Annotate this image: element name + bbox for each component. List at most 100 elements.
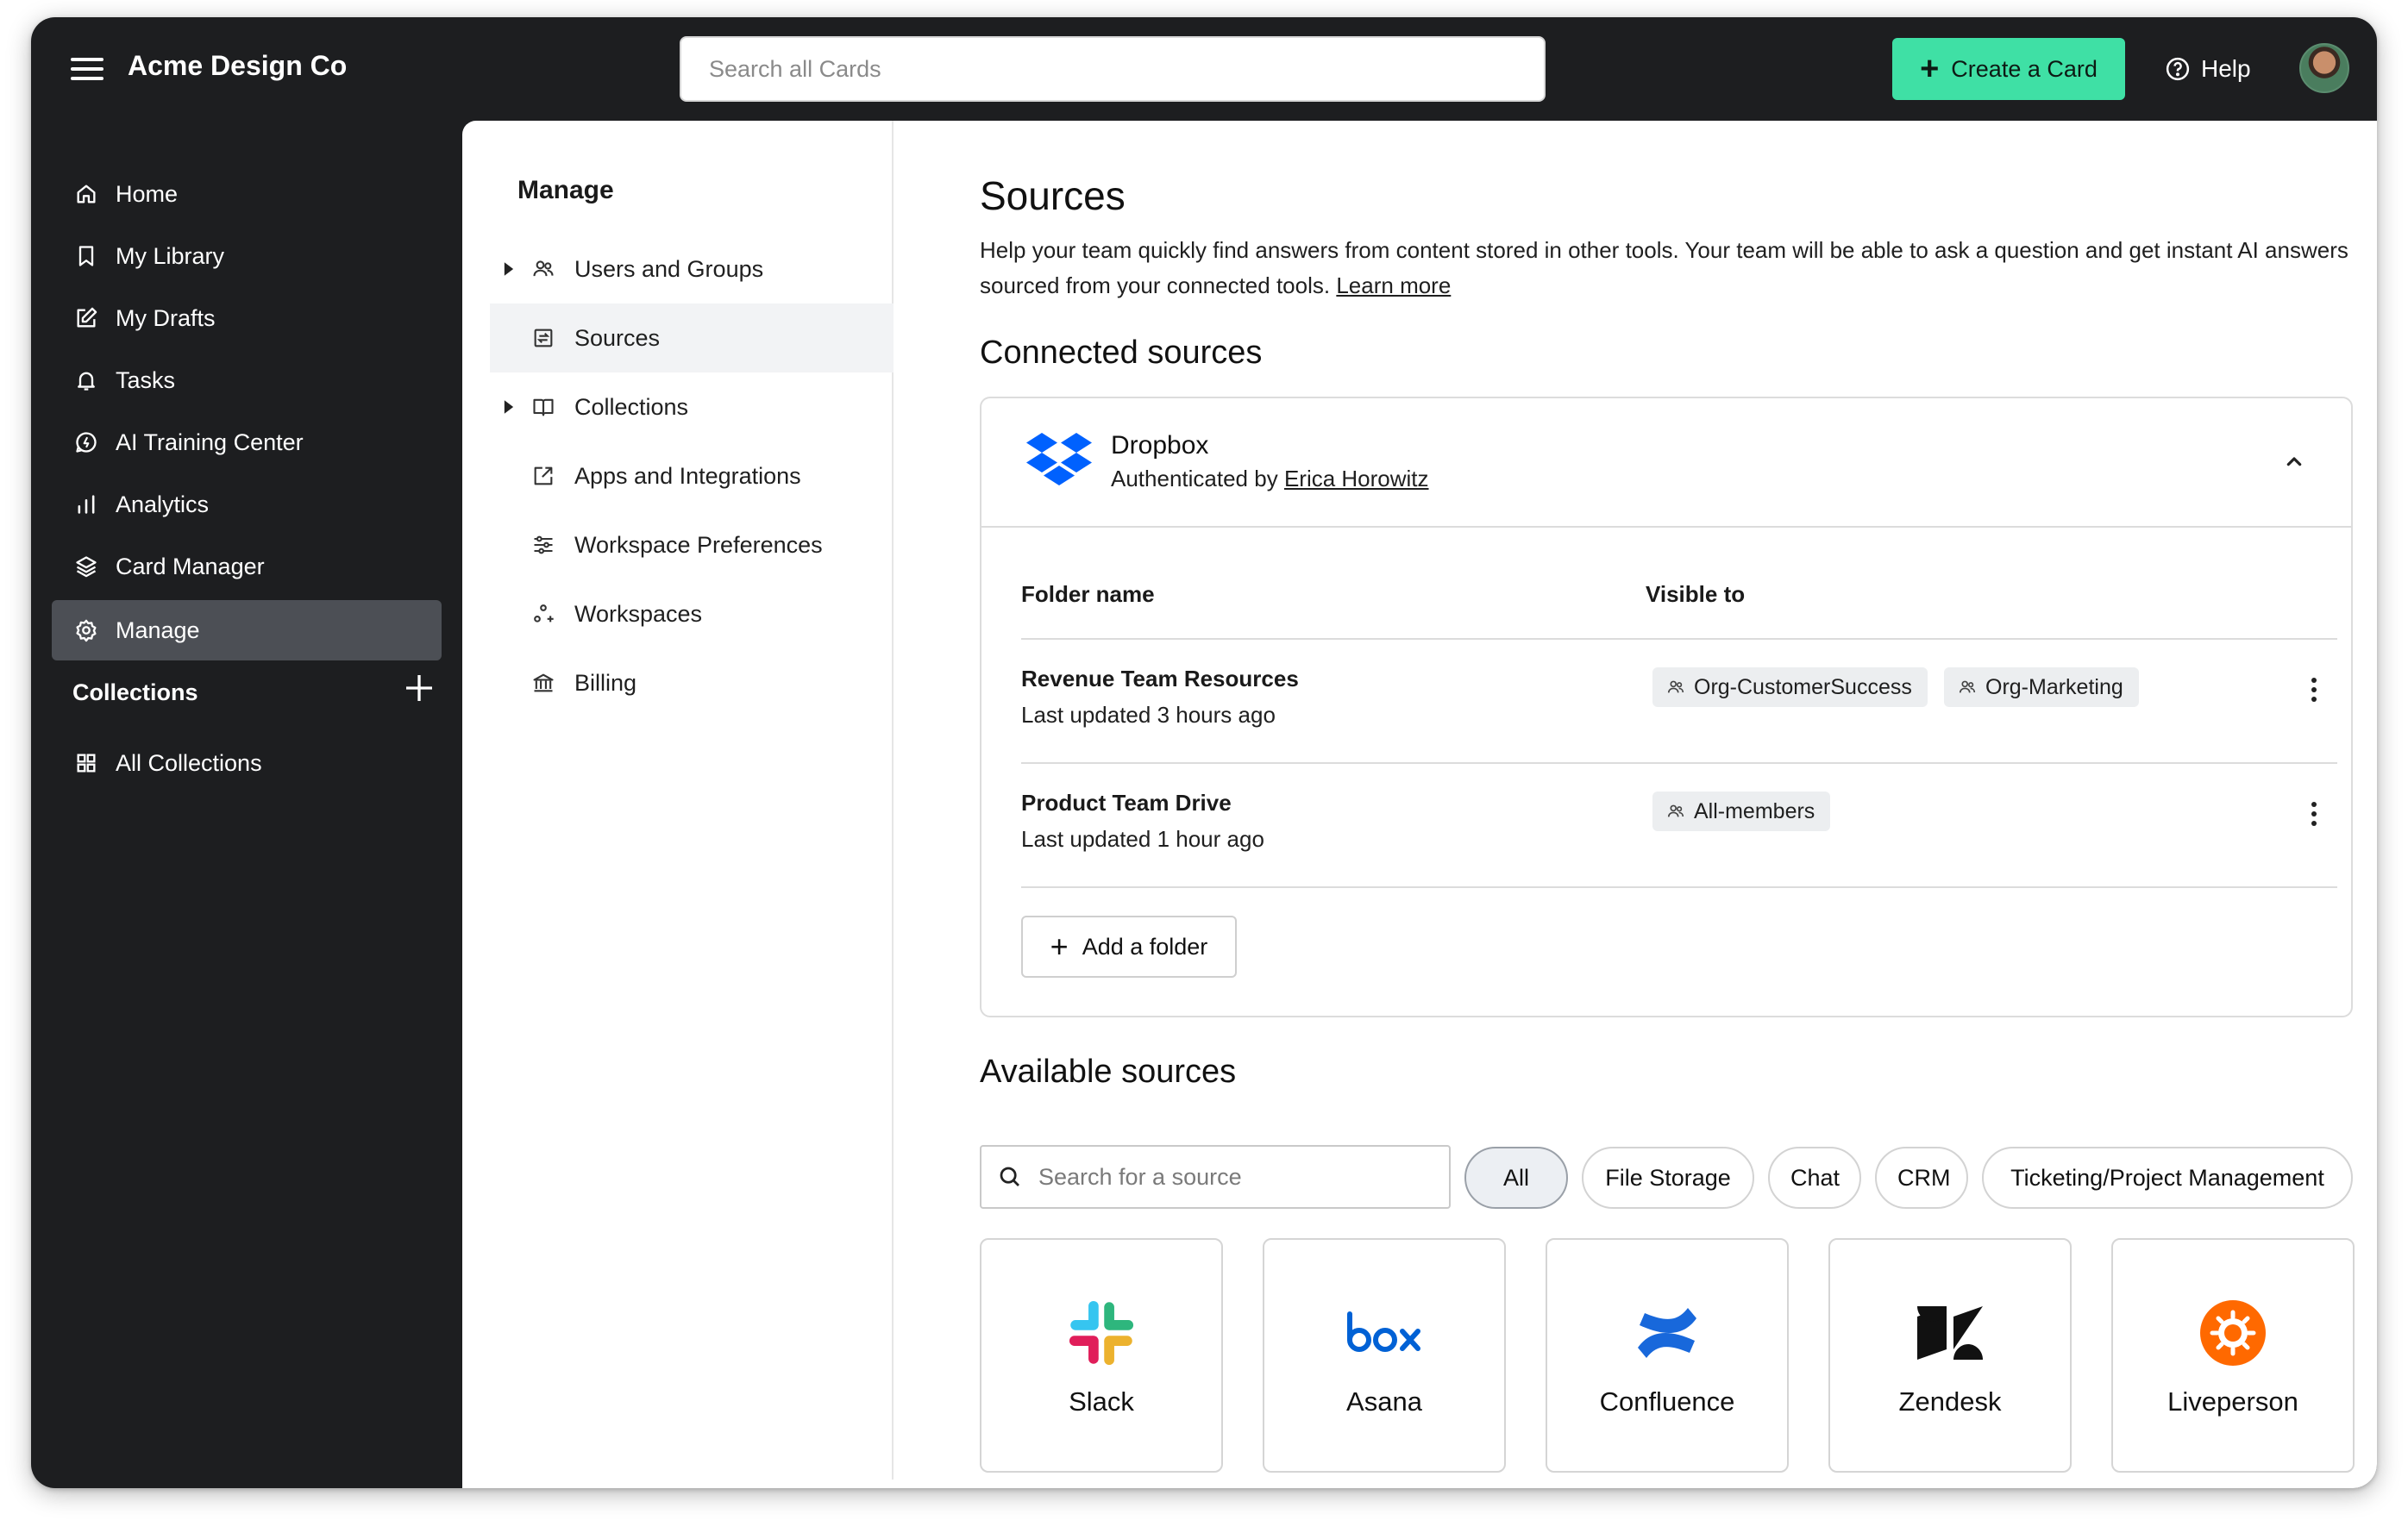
subnav-item-collections[interactable]: Collections	[490, 372, 894, 441]
edit-icon	[77, 307, 97, 328]
workspace-name: Acme Design Co	[128, 50, 348, 81]
source-tile-zendesk[interactable]: Zendesk	[1828, 1238, 2072, 1473]
subnav-item-label: Workspaces	[574, 600, 703, 627]
add-folder-button[interactable]: + Add a folder	[1021, 916, 1237, 978]
subnav-item-label: Billing	[574, 669, 637, 696]
source-search-field[interactable]	[980, 1145, 1451, 1209]
hamburger-menu-icon[interactable]	[71, 58, 103, 80]
subnav-item-workspace-preferences[interactable]: Workspace Preferences	[490, 510, 894, 579]
user-avatar[interactable]	[2299, 43, 2349, 93]
search-input[interactable]	[680, 36, 1546, 102]
source-tile-slack[interactable]: Slack	[980, 1238, 1223, 1473]
group-icon	[1667, 804, 1684, 817]
sidebar-item-analytics[interactable]: Analytics	[52, 474, 442, 535]
help-button[interactable]: Help	[2165, 43, 2251, 95]
main-panel: Manage Users and Groups Sources Collecti…	[462, 121, 2377, 1488]
folder-name: Revenue Team Resources	[1021, 666, 1299, 691]
folder-updated: Last updated 1 hour ago	[1021, 826, 1264, 852]
sidebar-item-my-drafts[interactable]: My Drafts	[52, 288, 442, 348]
add-collection-icon[interactable]	[402, 671, 436, 705]
source-search-input[interactable]	[1038, 1163, 1444, 1191]
subnav-item-billing[interactable]: Billing	[490, 648, 894, 717]
filter-all[interactable]: All	[1464, 1147, 1568, 1209]
sidebar-item-label: Manage	[116, 616, 200, 643]
subnav-item-sources[interactable]: Sources	[490, 303, 894, 372]
sidebar-item-home[interactable]: Home	[52, 164, 442, 224]
workspaces-icon	[534, 604, 554, 623]
plus-icon: +	[1050, 929, 1069, 964]
subnav-title: Manage	[517, 176, 614, 204]
subnav-item-apps-and-integrations[interactable]: Apps and Integrations	[490, 441, 894, 510]
group-chip: All-members	[1652, 792, 1831, 831]
help-label: Help	[2201, 55, 2251, 82]
grid-icon	[77, 754, 96, 773]
group-chip-label: All-members	[1694, 798, 1815, 823]
page-title: Sources	[980, 173, 1126, 218]
connected-source-header[interactable]: Dropbox Authenticated by Erica Horowitz	[981, 398, 2351, 528]
source-tile-name: Confluence	[1599, 1386, 1735, 1417]
sources-icon	[534, 328, 553, 347]
sidebar-item-tasks[interactable]: Tasks	[52, 350, 442, 410]
subnav-item-label: Collections	[574, 393, 689, 420]
source-auth-text: Authenticated by Erica Horowitz	[1111, 466, 1429, 492]
add-folder-label: Add a folder	[1082, 933, 1208, 960]
sidebar-item-card-manager[interactable]: Card Manager	[52, 536, 442, 597]
sidebar-item-ai-training-center[interactable]: AI Training Center	[52, 412, 442, 472]
bank-icon	[533, 673, 554, 692]
group-chip: Org-CustomerSuccess	[1652, 667, 1928, 707]
box-logo-icon	[1347, 1311, 1420, 1352]
folder-updated: Last updated 3 hours ago	[1021, 702, 1276, 728]
bar-chart-icon	[78, 495, 95, 514]
collections-heading: Collections	[72, 679, 198, 705]
sidebar-item-all-collections[interactable]: All Collections	[52, 733, 442, 793]
subnav-item-label: Workspace Preferences	[574, 531, 823, 558]
sidebar-item-label: All Collections	[116, 749, 262, 776]
sidebar-item-my-library[interactable]: My Library	[52, 226, 442, 286]
app-window: Acme Design Co + Create a Card Help Home…	[31, 17, 2377, 1488]
subnav-item-workspaces[interactable]: Workspaces	[490, 579, 894, 648]
row-more-options-icon[interactable]	[2301, 797, 2327, 831]
dropbox-logo-icon	[1026, 433, 1092, 485]
folder-name-column-header: Folder name	[1021, 581, 1155, 607]
auth-prefix: Authenticated by	[1111, 466, 1278, 491]
filter-crm[interactable]: CRM	[1875, 1147, 1968, 1209]
filter-file-storage[interactable]: File Storage	[1582, 1147, 1754, 1209]
group-icon	[1667, 680, 1684, 693]
filter-ticketing-project-management[interactable]: Ticketing/Project Management	[1982, 1147, 2353, 1209]
subnav-item-label: Users and Groups	[574, 255, 764, 282]
source-tile-confluence[interactable]: Confluence	[1546, 1238, 1789, 1473]
search-icon	[1000, 1167, 1019, 1186]
available-sources-heading: Available sources	[980, 1054, 1237, 1090]
source-name: Dropbox	[1111, 431, 1209, 460]
connected-source-card: Dropbox Authenticated by Erica Horowitz …	[980, 397, 2353, 1017]
group-icon	[1959, 680, 1976, 693]
caret-right-icon[interactable]	[503, 399, 515, 415]
row-more-options-icon[interactable]	[2301, 673, 2327, 707]
chevron-up-icon[interactable]	[2280, 448, 2308, 476]
help-circle-icon	[2166, 57, 2190, 81]
sidebar-item-manage[interactable]: Manage	[52, 600, 442, 660]
sidebar: Home My Library My Drafts Tasks AI Train…	[31, 121, 462, 1488]
auth-user-link[interactable]: Erica Horowitz	[1284, 466, 1429, 491]
filter-chat[interactable]: Chat	[1768, 1147, 1861, 1209]
caret-right-icon[interactable]	[503, 261, 515, 277]
source-tile-asana[interactable]: Asana	[1263, 1238, 1506, 1473]
subnav-item-users-and-groups[interactable]: Users and Groups	[490, 235, 894, 303]
users-icon	[533, 260, 554, 277]
liveperson-logo-icon	[2200, 1300, 2266, 1366]
confluence-logo-icon	[1638, 1308, 1696, 1358]
group-chip-label: Org-Marketing	[1985, 674, 2123, 699]
book-icon	[533, 398, 554, 416]
subnav-item-label: Sources	[574, 324, 661, 351]
sidebar-item-label: Tasks	[116, 366, 176, 393]
subnav-item-label: Apps and Integrations	[574, 462, 801, 489]
learn-more-link[interactable]: Learn more	[1336, 272, 1451, 298]
visible-to-column-header: Visible to	[1646, 581, 1746, 607]
divider	[1021, 638, 2337, 640]
create-card-button[interactable]: + Create a Card	[1892, 38, 2125, 100]
plus-icon: +	[1920, 51, 1940, 87]
slack-logo-icon	[1069, 1300, 1134, 1366]
ai-icon	[76, 432, 97, 453]
source-tile-liveperson[interactable]: Liveperson	[2111, 1238, 2355, 1473]
group-chip-label: Org-CustomerSuccess	[1694, 674, 1912, 699]
